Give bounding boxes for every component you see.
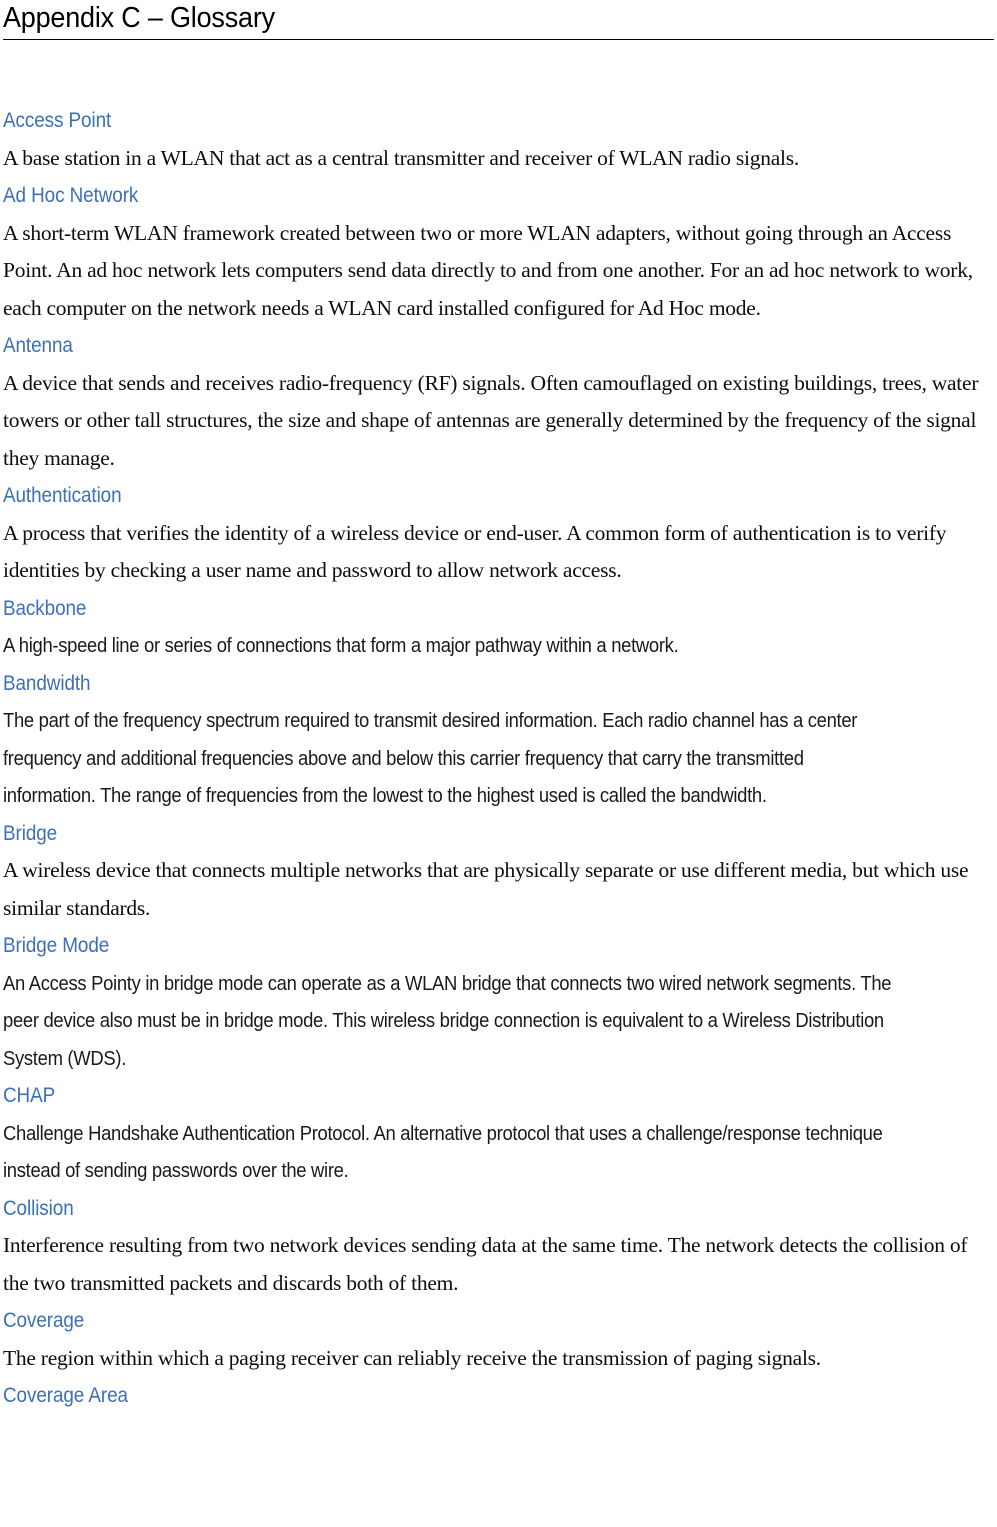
glossary-entry: Bridge A wireless device that connects mu… — [3, 815, 991, 928]
glossary-page: Appendix C – Glossary Access Point A base… — [0, 0, 997, 1527]
glossary-entry: Coverage The region within which a paging… — [3, 1302, 991, 1377]
glossary-term: CHAP — [3, 1084, 56, 1107]
glossary-entry-list: Access Point A base station in a WLAN tha… — [3, 102, 991, 1415]
glossary-term: Bridge Mode — [3, 934, 110, 957]
glossary-definition: A process that verifies the identity of … — [3, 520, 947, 583]
glossary-term: Antenna — [3, 334, 73, 357]
page-header: Appendix C – Glossary — [3, 0, 994, 40]
glossary-term: Backbone — [3, 596, 87, 620]
glossary-entry: Ad Hoc Network A short-term WLAN framewor… — [3, 177, 991, 327]
glossary-entry: Antenna A device that sends and receives … — [3, 327, 991, 477]
glossary-definition: A short-term WLAN framework created betw… — [3, 220, 973, 320]
glossary-term: Coverage — [3, 1309, 85, 1332]
glossary-definition: Challenge Handshake Authentication Proto… — [3, 1121, 883, 1183]
glossary-definition: The part of the frequency spectrum requi… — [3, 709, 858, 807]
glossary-definition: A wireless device that connects multiple… — [3, 858, 969, 920]
glossary-definition: A high-speed line or series of connectio… — [3, 634, 679, 657]
glossary-entry: Access Point A base station in a WLAN tha… — [3, 102, 991, 177]
glossary-entry: Backbone A high-speed line or series of c… — [3, 590, 991, 665]
glossary-term: Collision — [3, 1196, 74, 1220]
glossary-entry: Coverage Area — [3, 1377, 991, 1415]
glossary-term: Access Point — [3, 109, 112, 132]
header-divider — [3, 39, 994, 40]
glossary-term: Coverage Area — [3, 1384, 128, 1407]
glossary-entry: Bandwidth The part of the frequency spect… — [3, 665, 991, 815]
glossary-term: Bandwidth — [3, 671, 91, 695]
glossary-entry: Authentication A process that verifies th… — [3, 477, 991, 590]
glossary-definition: The region within which a paging receive… — [3, 1345, 821, 1370]
glossary-term: Ad Hoc Network — [3, 184, 139, 207]
glossary-definition: An Access Pointy in bridge mode can oper… — [3, 971, 892, 1070]
glossary-entry: CHAP Challenge Handshake Authentication P… — [3, 1077, 991, 1190]
page-title: Appendix C – Glossary — [3, 2, 275, 34]
glossary-entry: Bridge Mode An Access Pointy in bridge mo… — [3, 927, 991, 1077]
glossary-definition: Interference resulting from two network … — [3, 1233, 968, 1295]
glossary-term: Bridge — [3, 821, 58, 845]
glossary-definition: A base station in a WLAN that act as a c… — [3, 145, 800, 170]
glossary-term: Authentication — [3, 484, 122, 507]
glossary-entry: Collision Interference resulting from two… — [3, 1190, 991, 1303]
glossary-definition: A device that sends and receives radio-f… — [3, 370, 979, 470]
